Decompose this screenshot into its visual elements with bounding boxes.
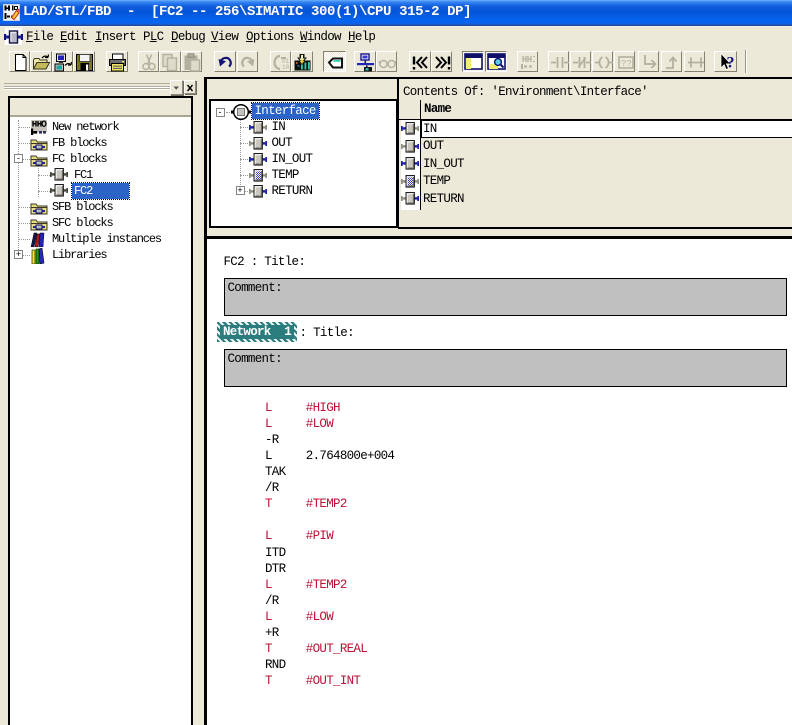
svg-text:?: ? (727, 55, 735, 72)
svg-text:10: 10 (282, 64, 290, 71)
svg-text:??: ?? (621, 59, 632, 69)
